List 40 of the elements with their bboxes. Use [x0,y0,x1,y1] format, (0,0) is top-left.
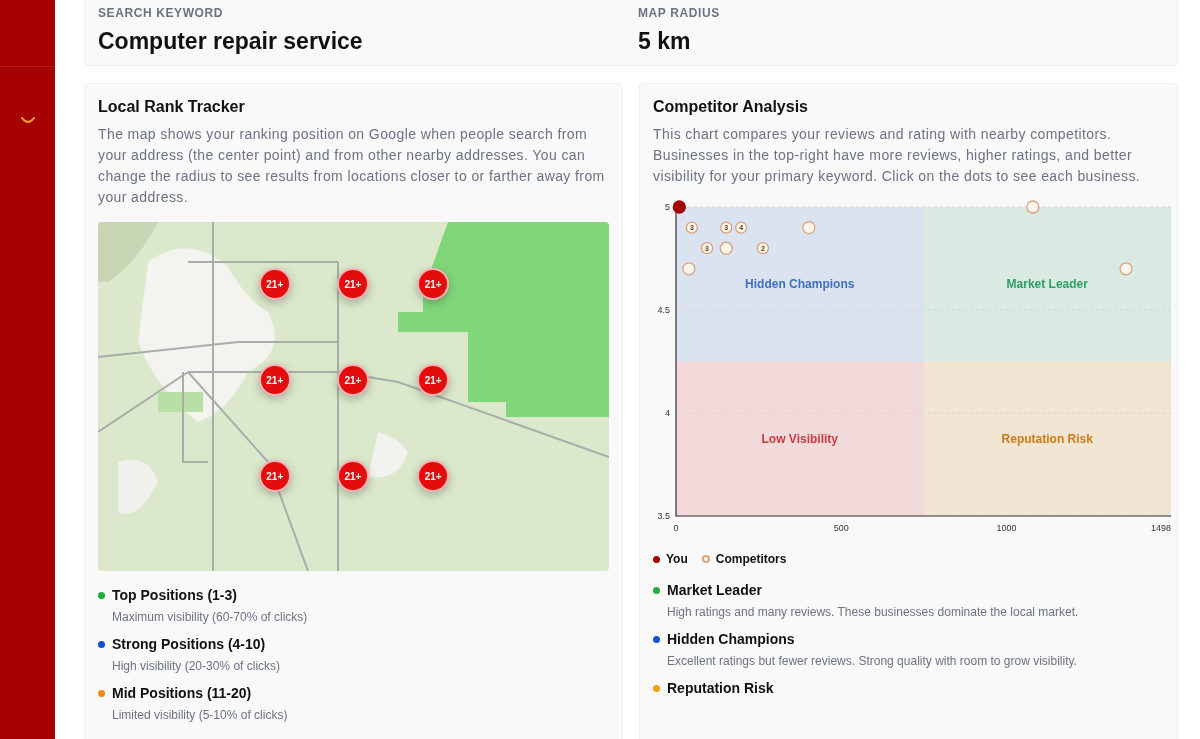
legend-title: Hidden Champions [667,631,795,647]
competitor-point[interactable] [734,221,748,234]
card-title: Competitor Analysis [653,98,809,116]
card-description: This chart compares your reviews and rating with nearby competitors. Businesses in the top-right have more reviews, higher ratings, and better visibility for your primary keyword. Click on the dots to see each business. [653,125,1142,186]
x-tick-label: 0 [673,523,679,533]
x-tick-label: 500 [833,523,849,533]
competitor-point[interactable] [756,242,770,255]
key-label: Competitors [715,552,787,566]
quadrant-label: Reputation Risk [1001,431,1093,446]
legend-description: High visibility (20-30% of clicks) [111,659,282,673]
y-tick-label: 4.5 [657,305,670,315]
legend-title: Mid Positions (11-20) [112,685,252,701]
key-label: You [666,552,688,566]
legend-title: Reputation Risk [667,680,774,696]
card-description: The map shows your ranking position on Google when people search from your address (the center point) and from other nearby addresses. You can change the radius to see results from locations closer to or farther away from your address. [98,125,606,207]
y-tick-label: 4 [665,408,670,418]
legend-description: Excellent ratings but fewer reviews. Strong quality with room to grow visibility. [666,654,1078,668]
y-tick-label: 3.5 [657,511,670,521]
field-label: MAP RADIUS [638,6,721,20]
quadrant-label: Low Visibility [761,431,838,446]
legend-title: Top Positions (1-3) [112,587,237,603]
x-tick-label: 1000 [996,523,1017,533]
legend-title: Strong Positions (4-10) [112,636,266,652]
quadrant-label: Market Leader [1006,277,1088,292]
y-tick-label: 5 [665,202,670,212]
legend-title: Market Leader [667,582,762,598]
legend-description: High ratings and many reviews. These businesses dominate the local market. [666,605,1080,619]
chevron-down-icon[interactable] [20,117,35,125]
field-value: 5 km [638,28,692,55]
field-value: Computer repair service [98,28,364,55]
legend-description: Limited visibility (5-10% of clicks) [111,708,289,722]
x-tick-label: 1498 [1150,523,1171,533]
your-business-point[interactable] [672,200,686,214]
quadrant-label: Hidden Champions [745,277,855,292]
field-label: SEARCH KEYWORD [98,6,225,20]
competitor-point[interactable] [685,221,698,234]
card-title: Local Rank Tracker [98,98,246,116]
legend-description: Maximum visibility (60-70% of clicks) [111,610,309,624]
competitor-point[interactable] [720,221,733,234]
competitor-point[interactable] [700,242,714,255]
